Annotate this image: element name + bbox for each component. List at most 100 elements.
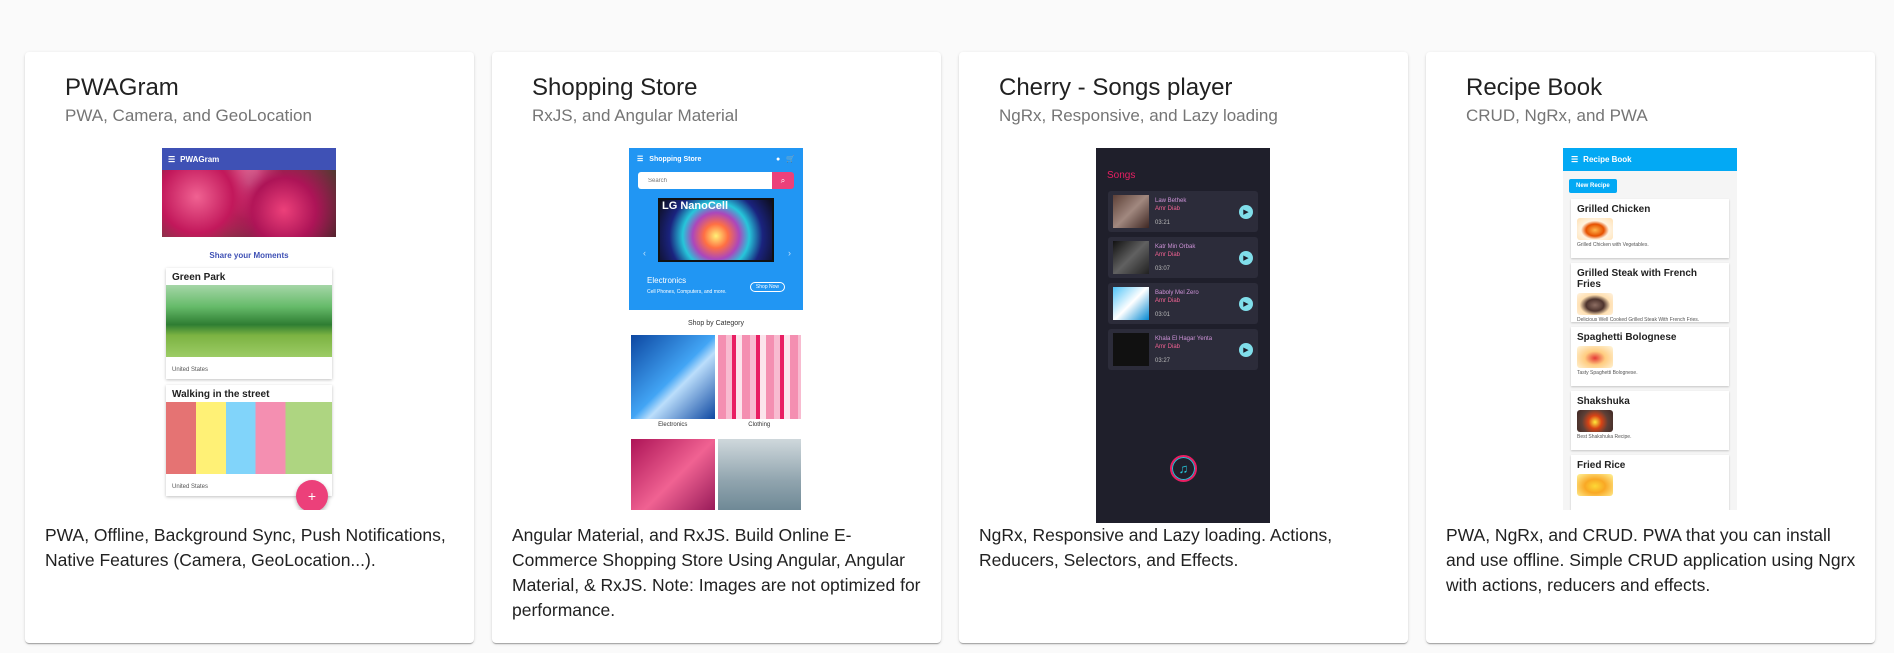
song-duration: 03:07 xyxy=(1155,265,1171,272)
post-image xyxy=(166,402,332,474)
category-image xyxy=(631,439,715,510)
shop-now-button: Shop Now xyxy=(749,282,785,292)
add-post-fab: + xyxy=(296,480,328,510)
category-grid: Electronics Clothing xyxy=(629,335,803,510)
app-title: Shopping Store xyxy=(649,155,702,163)
recipe-image xyxy=(1577,410,1613,432)
category-label: Clothing xyxy=(748,422,771,428)
card-subtitle: NgRx, Responsive, and Lazy loading xyxy=(999,106,1278,125)
song-duration: 03:01 xyxy=(1155,311,1171,318)
song-artist: Amr Diab xyxy=(1155,205,1181,212)
project-screenshot: ☰ Recipe Book New Recipe Grilled Chicken… xyxy=(1563,148,1737,510)
project-card-shopping-store[interactable]: Shopping Store RxJS, and Angular Materia… xyxy=(492,52,941,643)
section-title: Shop by Category xyxy=(687,320,745,327)
cart-icon: 🛒 xyxy=(786,156,795,163)
search-bar: ⌕ xyxy=(638,172,794,189)
song-title: Law Bethek xyxy=(1155,197,1187,204)
category-tile: Electronics xyxy=(631,335,715,435)
app-toolbar: ☰ PWAGram xyxy=(162,148,336,170)
play-icon: ▶ xyxy=(1239,296,1253,311)
recipe-item: Fried Rice xyxy=(1571,455,1729,510)
song-item: Baboly Mel Zero Amr Diab 03:01 ▶ xyxy=(1108,283,1258,324)
banner-category: Electronics xyxy=(647,276,687,285)
song-thumbnail xyxy=(1113,195,1149,228)
song-title: Katr Min Orbak xyxy=(1155,243,1196,250)
recipe-image xyxy=(1577,346,1613,368)
app-header: ☰ Shopping Store ● 🛒 ⌕ LG NanoCell ‹ › E… xyxy=(629,148,803,310)
song-title: Baboly Mel Zero xyxy=(1155,289,1199,296)
card-title: Cherry - Songs player xyxy=(999,74,1233,101)
play-icon: ▶ xyxy=(1239,250,1253,265)
category-image xyxy=(631,335,715,419)
post-title: Green Park xyxy=(172,272,226,283)
song-duration: 03:27 xyxy=(1155,357,1171,364)
category-tile: Clothing xyxy=(717,335,801,435)
songs-heading: Songs xyxy=(1107,170,1136,181)
search-icon: ⌕ xyxy=(772,172,794,189)
card-title: PWAGram xyxy=(65,74,179,101)
banner-brand: LG NanoCell xyxy=(662,200,729,212)
recipe-description: Best Shakshuka Recipe. xyxy=(1577,434,1632,440)
app-title: PWAGram xyxy=(180,154,220,164)
recipe-image xyxy=(1577,218,1613,240)
app-toolbar: ☰ Shopping Store ● 🛒 xyxy=(629,148,803,170)
card-description: PWA, NgRx, and CRUD. PWA that you can in… xyxy=(1446,525,1856,595)
project-card-pwagram[interactable]: PWAGram PWA, Camera, and GeoLocation ☰ P… xyxy=(25,52,474,643)
recipe-name: Spaghetti Bolognese xyxy=(1577,332,1677,343)
recipe-item: Grilled Chicken Grilled Chicken with Veg… xyxy=(1571,199,1729,258)
post-image xyxy=(166,285,332,357)
song-artist: Amr Diab xyxy=(1155,251,1181,258)
chevron-right-icon: › xyxy=(788,248,791,258)
card-description: PWA, Offline, Background Sync, Push Noti… xyxy=(45,525,446,570)
recipe-item: Spaghetti Bolognese Tasty Spaghetti Bolo… xyxy=(1571,327,1729,386)
song-item: Katr Min Orbak Amr Diab 03:07 ▶ xyxy=(1108,237,1258,278)
banner-subtitle: Cell Phones, Computers, and more. xyxy=(647,289,727,295)
hero-image xyxy=(162,170,336,237)
project-card-recipe-book[interactable]: Recipe Book CRUD, NgRx, and PWA ☰ Recipe… xyxy=(1426,52,1875,643)
song-artist: Amr Diab xyxy=(1155,297,1181,304)
category-label: Electronics xyxy=(658,422,688,428)
song-thumbnail xyxy=(1113,241,1149,274)
card-title: Shopping Store xyxy=(532,74,698,101)
song-duration: 03:21 xyxy=(1155,219,1171,226)
recipe-name: Shakshuka xyxy=(1577,396,1630,407)
play-icon: ▶ xyxy=(1239,342,1253,357)
recipe-image xyxy=(1577,474,1613,496)
chevron-left-icon: ‹ xyxy=(643,248,646,258)
recipe-description: Delicious Well Cooked Grilled Steak With… xyxy=(1577,317,1700,323)
card-description: NgRx, Responsive and Lazy loading. Actio… xyxy=(979,525,1333,570)
category-image xyxy=(717,439,801,510)
share-heading: Share your Moments xyxy=(209,251,289,260)
song-item: Law Bethek Amr Diab 03:21 ▶ xyxy=(1108,191,1258,232)
card-title: Recipe Book xyxy=(1466,74,1603,101)
recipe-item: Shakshuka Best Shakshuka Recipe. xyxy=(1571,391,1729,450)
recipe-name: Fried Rice xyxy=(1577,460,1626,471)
app-toolbar: ☰ Recipe Book xyxy=(1563,148,1737,171)
project-screenshot: ☰ Shopping Store ● 🛒 ⌕ LG NanoCell ‹ › E… xyxy=(629,148,803,510)
app-title: Recipe Book xyxy=(1583,155,1632,164)
recipe-image xyxy=(1577,293,1613,315)
menu-icon: ☰ xyxy=(637,156,644,163)
project-screenshot: Songs Law Bethek Amr Diab 03:21 ▶ Katr M… xyxy=(1096,148,1270,523)
menu-icon: ☰ xyxy=(1571,155,1579,164)
play-icon: ▶ xyxy=(1239,204,1253,219)
post-card: Green Park United States xyxy=(166,268,332,379)
post-location: United States xyxy=(172,367,209,373)
music-note-icon: ♫ xyxy=(1170,455,1197,482)
song-thumbnail xyxy=(1113,287,1149,320)
new-recipe-button: New Recipe xyxy=(1569,179,1617,193)
song-thumbnail xyxy=(1113,333,1149,366)
recipe-name: Grilled Steak with French Fries xyxy=(1577,268,1698,290)
recipe-item: Grilled Steak with French Fries Deliciou… xyxy=(1571,263,1729,323)
card-subtitle: RxJS, and Angular Material xyxy=(532,106,738,125)
menu-icon: ☰ xyxy=(168,154,176,164)
project-card-cherry[interactable]: Cherry - Songs player NgRx, Responsive, … xyxy=(959,52,1408,643)
card-subtitle: PWA, Camera, and GeoLocation xyxy=(65,106,312,125)
song-artist: Amr Diab xyxy=(1155,343,1181,350)
song-title: Khala El Hagar Yenta xyxy=(1155,335,1213,342)
recipe-description: Grilled Chicken with Vegetables. xyxy=(1577,242,1649,248)
post-title: Walking in the street xyxy=(172,389,270,400)
account-icon: ● xyxy=(776,155,781,163)
song-item: Khala El Hagar Yenta Amr Diab 03:27 ▶ xyxy=(1108,329,1258,370)
recipe-description: Tasty Spaghetti Bolognese. xyxy=(1577,370,1638,376)
